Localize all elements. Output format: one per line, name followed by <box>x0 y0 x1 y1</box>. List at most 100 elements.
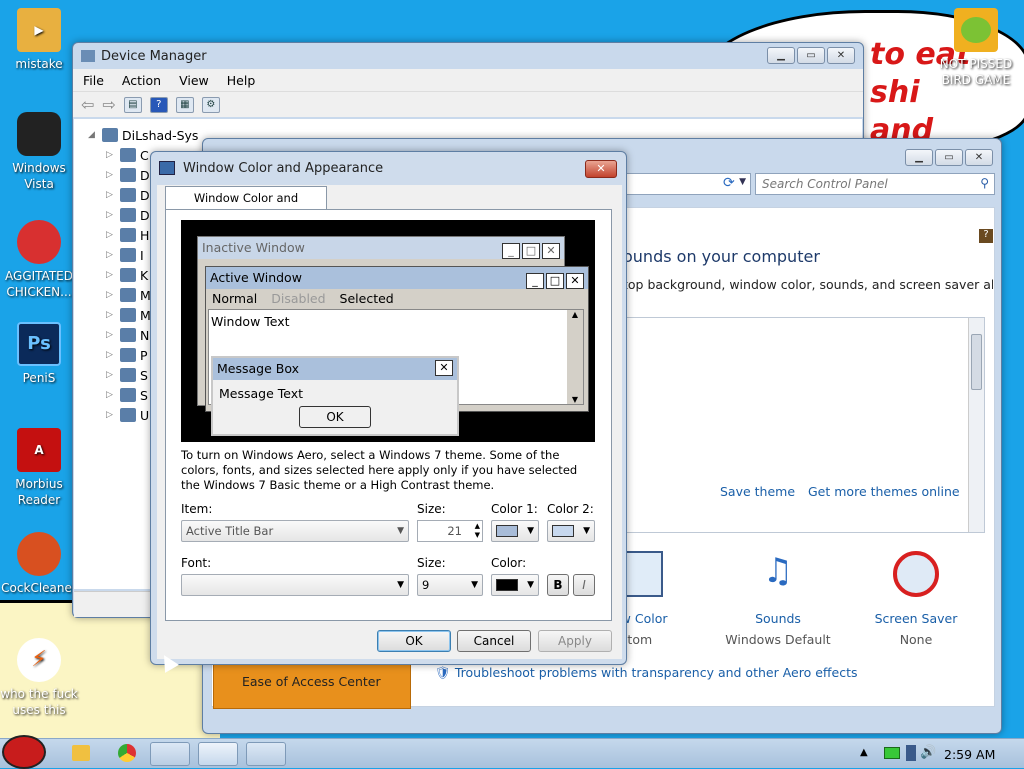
troubleshoot-link[interactable]: 🛡 Troubleshoot problems with transparenc… <box>435 665 858 681</box>
font-color-picker[interactable]: ▼ <box>491 574 539 596</box>
scan-hardware-icon[interactable]: ⚙ <box>201 96 220 113</box>
ease-of-access-link[interactable]: Ease of Access Center <box>213 659 411 709</box>
scroll-thumb[interactable] <box>971 334 982 390</box>
themes-list[interactable]: Save theme Get more themes online <box>623 317 985 533</box>
close-button[interactable]: ✕ <box>585 160 617 178</box>
chrome-icon[interactable] <box>118 744 136 762</box>
expand-icon[interactable]: ▷ <box>106 270 116 280</box>
help-icon[interactable]: ? <box>149 96 168 113</box>
collapse-icon[interactable]: ◢ <box>88 130 98 140</box>
expand-icon[interactable]: ▷ <box>106 290 116 300</box>
expand-icon[interactable]: ▷ <box>106 410 116 420</box>
themes-scrollbar[interactable] <box>968 318 984 532</box>
refresh-icon[interactable]: ⟳ <box>723 175 743 193</box>
ok-button[interactable]: OK <box>377 630 451 652</box>
preview-scrollbar: ▲ ▼ <box>567 310 583 404</box>
preview-menu: Normal Disabled Selected <box>212 291 394 306</box>
minimize-button[interactable]: ▁ <box>905 149 933 166</box>
taskbar-button-device-manager[interactable] <box>198 742 238 766</box>
expand-icon[interactable]: ▷ <box>106 350 116 360</box>
close-button[interactable]: ✕ <box>827 47 855 64</box>
window-title: Device Manager <box>101 48 207 64</box>
search-placeholder: Search Control Panel <box>762 177 888 191</box>
desktop-icon-windows-vista[interactable]: Windows Vista <box>0 112 78 192</box>
battery-icon[interactable] <box>884 747 900 759</box>
desktop-icon-mistake[interactable]: ▶ mistake <box>0 8 78 72</box>
clock[interactable]: 2:59 AM <box>944 747 995 762</box>
tree-node-label: P <box>140 347 148 363</box>
search-icon[interactable]: ⚲ <box>980 176 989 190</box>
device-category-icon <box>120 408 136 422</box>
maximize-button[interactable]: ▭ <box>935 149 963 166</box>
taskbar-button-1[interactable] <box>150 742 190 766</box>
color1-picker[interactable]: ▼ <box>491 520 539 542</box>
expand-icon[interactable]: ▷ <box>106 210 116 220</box>
expand-icon[interactable]: ▷ <box>106 370 116 380</box>
apply-button[interactable]: Apply <box>538 630 612 652</box>
angry-bird-icon <box>17 220 61 264</box>
font-size-select[interactable]: 9 ▼ <box>417 574 483 596</box>
cancel-button[interactable]: Cancel <box>457 630 531 652</box>
tab-window-color[interactable]: Window Color and Appearance <box>165 186 327 227</box>
item-size-stepper[interactable]: 21 ▲ ▼ <box>417 520 483 542</box>
close-button[interactable]: ✕ <box>965 149 993 166</box>
network-icon[interactable] <box>906 745 916 761</box>
color2-picker[interactable]: ▼ <box>547 520 595 542</box>
start-button[interactable] <box>2 735 46 769</box>
personalize-heading: ounds on your computer <box>623 247 820 266</box>
help-icon[interactable]: ? <box>979 229 993 243</box>
chevron-down-icon: ▼ <box>471 580 478 590</box>
screen-saver-item[interactable]: Screen Saver None <box>861 551 971 651</box>
taskbar-button-3[interactable] <box>246 742 286 766</box>
ccleaner-icon <box>17 532 61 576</box>
menu-file[interactable]: File <box>83 73 104 88</box>
item-select[interactable]: Active Title Bar ▼ <box>181 520 409 542</box>
expand-icon[interactable]: ▷ <box>106 150 116 160</box>
desktop-icon-aggitated-chicken[interactable]: AGGITATED CHICKEN... <box>0 220 78 300</box>
tree-node-label: D <box>140 187 150 203</box>
window-color-item[interactable]: ow Color ustom <box>613 551 713 651</box>
desktop-icon-not-pissed-bird[interactable]: NOT PISSED BIRD GAME <box>936 8 1016 88</box>
volume-icon[interactable]: 🔊 <box>920 745 936 760</box>
sounds-item[interactable]: ♫ Sounds Windows Default <box>723 551 833 651</box>
desktop-icon-who-uses-this[interactable]: ⚡ who the fuck uses this <box>0 638 78 718</box>
save-theme-link[interactable]: Save theme <box>720 484 795 499</box>
back-icon[interactable]: ⇦ <box>81 95 94 114</box>
expand-icon[interactable]: ▷ <box>106 190 116 200</box>
message-box-preview: Message Box ✕ Message Text OK <box>211 356 459 436</box>
chevron-down-icon: ▼ <box>397 580 404 590</box>
tree-node-label: I <box>140 247 144 263</box>
explorer-icon[interactable] <box>72 745 90 761</box>
menu-action[interactable]: Action <box>122 73 161 88</box>
expand-icon[interactable]: ▷ <box>106 230 116 240</box>
bold-button[interactable]: B <box>547 574 569 596</box>
device-category-icon <box>120 248 136 262</box>
show-hidden-icons-icon[interactable]: ▲ <box>860 747 868 758</box>
desktop-icon-penis[interactable]: Ps PeniS <box>0 322 78 386</box>
expand-icon[interactable]: ▷ <box>106 330 116 340</box>
expand-icon[interactable]: ▷ <box>106 250 116 260</box>
recycle-bin-icon <box>17 112 61 156</box>
font-select[interactable]: ▼ <box>181 574 409 596</box>
forward-icon[interactable]: ⇨ <box>102 95 115 114</box>
properties-icon[interactable]: ▤ <box>123 96 142 113</box>
device-category-icon <box>120 168 136 182</box>
italic-button[interactable]: I <box>573 574 595 596</box>
device-category-icon <box>120 228 136 242</box>
menu-help[interactable]: Help <box>227 73 256 88</box>
minimize-button[interactable]: ▁ <box>767 47 795 64</box>
menu-view[interactable]: View <box>179 73 209 88</box>
desktop-icon-morbius-reader[interactable]: A Morbius Reader <box>0 428 78 508</box>
maximize-button[interactable]: ▭ <box>797 47 825 64</box>
tree-node-label: S <box>140 367 148 383</box>
appearance-preview[interactable]: Inactive Window _ □ ✕ Active Window _ □ ✕ No… <box>181 220 595 442</box>
font-color-swatch <box>496 579 518 591</box>
view-icon[interactable]: ▦ <box>175 96 194 113</box>
desktop-icon-cockcleaner[interactable]: CockCleaner <box>0 532 78 596</box>
display-icon <box>159 161 175 175</box>
expand-icon[interactable]: ▷ <box>106 310 116 320</box>
search-input[interactable]: Search Control Panel ⚲ <box>755 173 995 195</box>
get-more-themes-link[interactable]: Get more themes online <box>808 484 960 499</box>
expand-icon[interactable]: ▷ <box>106 170 116 180</box>
expand-icon[interactable]: ▷ <box>106 390 116 400</box>
